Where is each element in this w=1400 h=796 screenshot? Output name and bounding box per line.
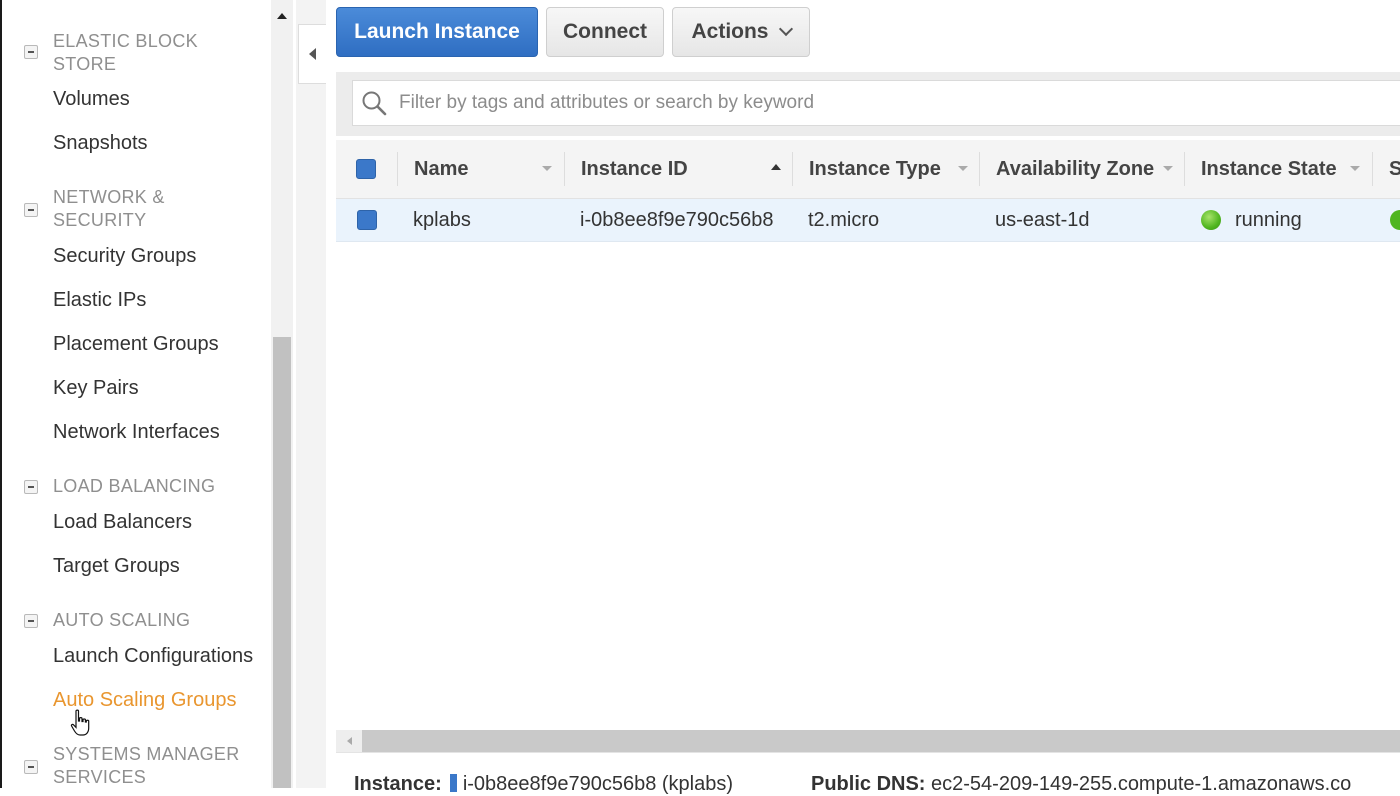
instances-table: Name Instance ID Instance Type Availabil… — [336, 140, 1400, 242]
sort-ascending-icon[interactable] — [771, 164, 781, 170]
instance-value: i-0b8ee8f9e790c56b8 (kplabs) — [462, 773, 734, 795]
section-title: ELASTIC BLOCK STORE — [53, 31, 198, 74]
instance-state-text: running — [1235, 208, 1302, 231]
search-icon — [361, 90, 387, 116]
section-elastic-block-store[interactable]: ELASTIC BLOCK STORE — [24, 30, 243, 76]
section-network-security[interactable]: NETWORK & SECURITY — [24, 186, 243, 232]
collapse-icon[interactable] — [24, 480, 38, 494]
sidebar-item-elastic-ips[interactable]: Elastic IPs — [53, 288, 146, 312]
main-content: Launch Instance Connect Actions Name Ins… — [326, 0, 1400, 795]
running-status-icon — [1201, 210, 1221, 230]
table-row[interactable]: kplabs i-0b8ee8f9e790c56b8 t2.micro us-e… — [336, 199, 1400, 242]
dns-label: Public DNS: — [811, 773, 926, 795]
section-title: NETWORK & SECURITY — [53, 187, 165, 230]
cell-availability-zone: us-east-1d — [995, 208, 1090, 231]
column-divider — [564, 152, 565, 186]
sort-caret-icon[interactable] — [1163, 166, 1173, 171]
actions-label: Actions — [691, 20, 769, 43]
scroll-up-arrow-icon[interactable] — [271, 6, 293, 26]
collapse-icon[interactable] — [24, 203, 38, 217]
section-title: LOAD BALANCING — [53, 476, 216, 496]
instance-label: Instance: — [354, 773, 442, 795]
section-title: SYSTEMS MANAGER SERVICES — [53, 744, 240, 787]
status-check-icon — [1390, 210, 1400, 230]
connect-button[interactable]: Connect — [546, 7, 664, 57]
collapse-icon[interactable] — [24, 760, 38, 774]
sidebar-item-network-interfaces[interactable]: Network Interfaces — [53, 420, 220, 444]
collapse-icon[interactable] — [24, 614, 38, 628]
column-header-instance-type[interactable]: Instance Type — [809, 140, 941, 198]
toolbar: Launch Instance Connect Actions — [326, 0, 1400, 70]
sidebar-collapse-strip — [296, 0, 326, 788]
section-title: AUTO SCALING — [53, 610, 191, 630]
dns-value: ec2-54-209-149-255.compute-1.amazonaws.c… — [931, 773, 1352, 795]
column-divider — [1184, 152, 1185, 186]
column-divider — [979, 152, 980, 186]
sidebar-item-security-groups[interactable]: Security Groups — [53, 244, 196, 268]
sort-caret-icon[interactable] — [1350, 166, 1360, 171]
cell-instance-id: i-0b8ee8f9e790c56b8 — [580, 208, 774, 231]
scroll-left-arrow-icon[interactable] — [336, 730, 362, 752]
row-checkbox[interactable] — [357, 210, 377, 230]
instance-summary: Instance: i-0b8ee8f9e790c56b8 (kplabs) — [354, 773, 733, 796]
search-input[interactable] — [397, 91, 1301, 115]
column-divider — [397, 152, 398, 186]
instance-marker-icon — [449, 774, 457, 792]
sort-caret-icon[interactable] — [542, 166, 552, 171]
cell-instance-state: running — [1201, 199, 1302, 241]
actions-dropdown-button[interactable]: Actions — [672, 7, 810, 57]
launch-instance-button[interactable]: Launch Instance — [336, 7, 538, 57]
sidebar-item-snapshots[interactable]: Snapshots — [53, 131, 148, 155]
sidebar-item-placement-groups[interactable]: Placement Groups — [53, 332, 219, 356]
sidebar-scrollbar-thumb[interactable] — [273, 337, 291, 788]
column-divider — [1372, 152, 1373, 186]
section-auto-scaling[interactable]: AUTO SCALING — [24, 609, 243, 632]
public-dns-summary: Public DNS: ec2-54-209-149-255.compute-1… — [811, 773, 1351, 796]
section-load-balancing[interactable]: LOAD BALANCING — [24, 475, 243, 498]
cell-name: kplabs — [413, 208, 471, 231]
search-box[interactable] — [352, 80, 1400, 126]
hand-cursor-icon — [70, 709, 90, 736]
table-header: Name Instance ID Instance Type Availabil… — [336, 140, 1400, 199]
search-panel — [336, 72, 1400, 136]
select-all-checkbox[interactable] — [356, 159, 376, 179]
cell-instance-type: t2.micro — [808, 208, 880, 231]
sidebar-item-volumes[interactable]: Volumes — [53, 87, 130, 111]
table-horizontal-scrollbar[interactable] — [336, 730, 1400, 752]
sidebar-nav: ELASTIC BLOCK STORE Volumes Snapshots NE… — [2, 0, 270, 788]
column-header-status-checks[interactable]: S — [1389, 140, 1400, 198]
column-header-instance-id[interactable]: Instance ID — [581, 140, 688, 198]
collapse-icon[interactable] — [24, 45, 38, 59]
sidebar-item-key-pairs[interactable]: Key Pairs — [53, 376, 139, 400]
column-header-availability-zone[interactable]: Availability Zone — [996, 140, 1154, 198]
column-header-name[interactable]: Name — [414, 140, 468, 198]
chevron-down-icon — [778, 21, 793, 37]
section-systems-manager-services[interactable]: SYSTEMS MANAGER SERVICES — [24, 743, 243, 789]
sidebar-item-load-balancers[interactable]: Load Balancers — [53, 510, 192, 534]
column-divider — [792, 152, 793, 186]
column-header-instance-state[interactable]: Instance State — [1201, 140, 1337, 198]
sidebar-item-target-groups[interactable]: Target Groups — [53, 554, 180, 578]
sort-caret-icon[interactable] — [958, 166, 968, 171]
instance-details-bar: Instance: i-0b8ee8f9e790c56b8 (kplabs) Pu… — [336, 752, 1400, 795]
collapse-sidebar-arrow-icon[interactable] — [298, 24, 326, 84]
sidebar-item-launch-configurations[interactable]: Launch Configurations — [53, 644, 253, 668]
